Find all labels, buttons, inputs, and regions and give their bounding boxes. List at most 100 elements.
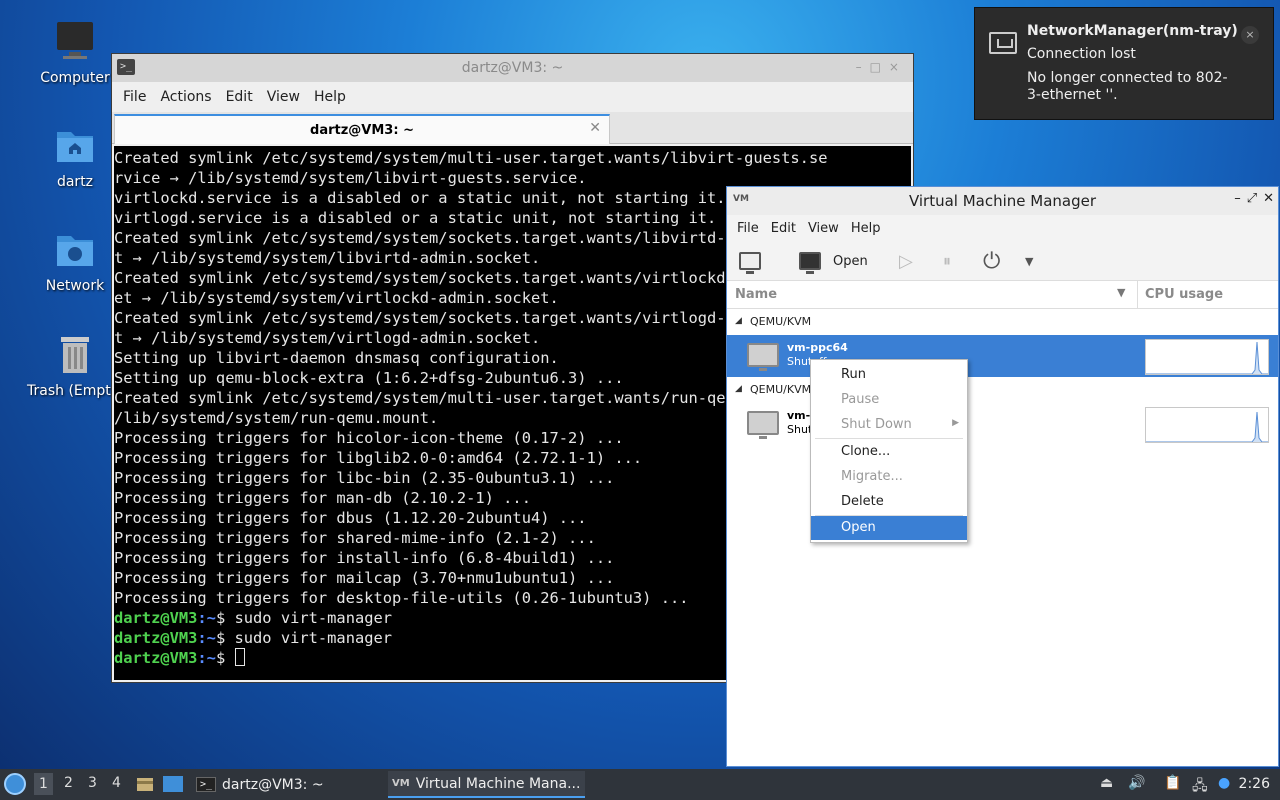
column-cpu-usage[interactable]: CPU usage <box>1145 287 1223 302</box>
sort-icon[interactable]: ▼ <box>1117 286 1125 299</box>
home-folder-icon <box>51 122 99 170</box>
shutdown-button[interactable]: ⏻ <box>983 247 1000 275</box>
menu-item-shutdown[interactable]: Shut Down ▶ <box>811 413 967 437</box>
prompt-path: :~ <box>197 629 216 647</box>
prompt-user: dartz@VM3 <box>114 629 198 647</box>
menu-edit[interactable]: Edit <box>219 85 260 109</box>
close-icon[interactable]: ✕ <box>1263 191 1274 206</box>
menu-item-delete[interactable]: Delete <box>811 490 967 514</box>
menu-item-pause[interactable]: Pause <box>811 388 967 412</box>
command-text: sudo virt-manager <box>234 629 393 647</box>
open-button-label: Open <box>833 253 868 269</box>
maximize-icon[interactable]: ⤢ <box>1247 191 1257 206</box>
menu-item-open[interactable]: Open <box>811 516 967 540</box>
upload-icon[interactable]: ⏏ <box>1100 775 1113 791</box>
terminal-app-icon: >_ <box>117 59 135 75</box>
menu-edit[interactable]: Edit <box>765 219 802 238</box>
menu-item-shutdown-label: Shut Down <box>841 417 912 432</box>
menu-file[interactable]: File <box>731 219 765 238</box>
power-icon: ⏻ <box>983 248 1001 274</box>
vmm-window[interactable]: VM Virtual Machine Manager – ⤢ ✕ File Ed… <box>726 186 1279 767</box>
close-icon[interactable]: ✕ <box>589 120 601 136</box>
menu-item-run[interactable]: Run <box>811 363 967 387</box>
menu-view[interactable]: View <box>260 85 307 109</box>
terminal-titlebar[interactable]: >_ dartz@VM3: ~ –□× <box>112 54 913 82</box>
desktop-icon-label: dartz <box>56 174 94 190</box>
terminal-title: dartz@VM3: ~ <box>461 60 564 76</box>
prompt-symbol: $ <box>215 629 235 647</box>
window-controls[interactable]: – ⤢ ✕ <box>1234 191 1274 206</box>
monitor-icon <box>799 252 821 274</box>
notification-title: NetworkManager(nm-tray) <box>1027 23 1238 39</box>
expander-icon[interactable]: ◢ <box>735 316 742 326</box>
volume-icon[interactable]: 🔊 <box>1128 775 1145 791</box>
clipboard-icon[interactable]: 📋 <box>1164 775 1181 791</box>
task-terminal[interactable]: >_ dartz@VM3: ~ <box>192 771 328 798</box>
menu-item-migrate[interactable]: Migrate... <box>811 465 967 489</box>
notification-body: No longer connected to 802-3-ethernet ''… <box>1027 70 1228 103</box>
notification-close-button[interactable]: × <box>1241 26 1259 44</box>
prompt-symbol: $ <box>215 609 235 627</box>
terminal-tab-label: dartz@VM3: ~ <box>310 122 414 138</box>
menu-actions[interactable]: Actions <box>153 85 218 109</box>
desktop-icon-computer[interactable]: Computer <box>27 18 123 86</box>
task-vmm[interactable]: VM Virtual Machine Mana... <box>388 771 585 798</box>
notification-summary: Connection lost <box>1027 46 1136 62</box>
workspace-3[interactable]: 3 <box>88 775 97 791</box>
expander-icon[interactable]: ◢ <box>735 384 742 394</box>
desktop-icon-network[interactable]: Network <box>27 226 123 294</box>
cpu-usage-graph <box>1145 339 1269 375</box>
menu-view[interactable]: View <box>802 219 845 238</box>
connection-label: QEMU/KVM <box>750 383 812 396</box>
terminal-icon: >_ <box>196 777 217 792</box>
clock: 2:26 <box>1238 776 1270 792</box>
network-folder-icon <box>51 226 99 274</box>
open-button[interactable]: Open <box>799 247 868 275</box>
menu-help[interactable]: Help <box>307 85 353 109</box>
desktop-icon-trash[interactable]: Trash (Empty) <box>27 331 125 399</box>
cpu-usage-graph <box>1145 407 1269 443</box>
menu-separator <box>815 438 963 439</box>
terminal-menubar: File Actions Edit View Help <box>112 82 913 112</box>
desktop-icon-home[interactable]: dartz <box>27 122 123 190</box>
window-controls[interactable]: –□× <box>856 60 907 74</box>
vmm-app-icon: VM <box>733 194 749 204</box>
column-separator <box>1137 281 1138 309</box>
command-text: sudo virt-manager <box>234 609 393 627</box>
taskbar: 1 2 3 4 >_ dartz@VM3: ~ VM Virtual Machi… <box>0 769 1280 800</box>
start-menu-icon[interactable] <box>4 773 26 795</box>
pause-button[interactable]: ⏸ <box>943 247 951 275</box>
terminal-tabbar: dartz@VM3: ~ ✕ <box>112 112 913 144</box>
menu-file[interactable]: File <box>116 85 153 109</box>
workspace-1[interactable]: 1 <box>34 773 53 795</box>
chevron-down-icon: ▼ <box>1025 254 1034 268</box>
workspace-4[interactable]: 4 <box>112 775 121 791</box>
network-wired-icon <box>989 32 1017 54</box>
notification-popup[interactable]: NetworkManager(nm-tray) × Connection los… <box>974 7 1274 120</box>
new-vm-button[interactable] <box>739 247 761 275</box>
connection-group[interactable]: ◢ QEMU/KVM <box>727 309 1278 335</box>
desktop-icon-label: Trash (Empty) <box>27 383 125 399</box>
vm-context-menu[interactable]: Run Pause Shut Down ▶ Clone... Migrate..… <box>810 359 968 543</box>
file-manager-icon[interactable] <box>136 775 154 797</box>
shutdown-dropdown[interactable]: ▼ <box>1025 247 1033 275</box>
desktop-icon[interactable] <box>162 775 184 797</box>
terminal-tab[interactable]: dartz@VM3: ~ ✕ <box>114 114 610 144</box>
menu-help[interactable]: Help <box>845 219 887 238</box>
pause-icon: ⏸ <box>943 251 952 270</box>
vm-name: vm- <box>787 409 811 422</box>
connection-label: QEMU/KVM <box>750 315 812 328</box>
vmm-toolbar: Open ▷ ⏸ ⏻ ▼ <box>727 241 1278 281</box>
column-name[interactable]: Name <box>735 287 777 302</box>
play-icon: ▷ <box>899 250 913 272</box>
menu-item-clone[interactable]: Clone... <box>811 440 967 464</box>
vm-name: vm-ppc64 <box>787 341 848 354</box>
vmm-titlebar[interactable]: VM Virtual Machine Manager – ⤢ ✕ <box>727 187 1278 215</box>
minimize-icon[interactable]: – <box>1234 191 1241 206</box>
workspace-2[interactable]: 2 <box>64 775 73 791</box>
run-button[interactable]: ▷ <box>899 247 913 275</box>
network-tray-icon[interactable]: 🖧 <box>1192 775 1208 799</box>
prompt-path: :~ <box>197 649 216 667</box>
task-label: dartz@VM3: ~ <box>222 776 324 793</box>
notification-icon[interactable]: ● <box>1218 775 1230 791</box>
